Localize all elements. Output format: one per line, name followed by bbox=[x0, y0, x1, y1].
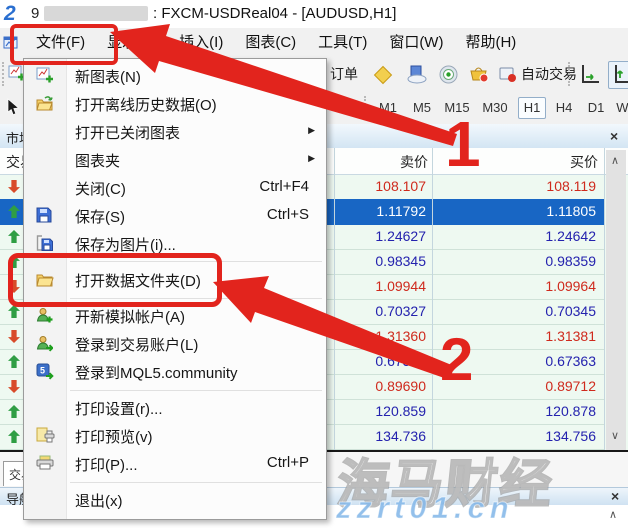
mt4-window: 2 9 : FXCM-USDReal04 - [AUDUSD,H1] 文件(F)… bbox=[0, 0, 628, 528]
annotation-arrow-2 bbox=[213, 276, 454, 380]
annotation-step-1: 1 bbox=[445, 112, 481, 176]
annotation-step-2: 2 bbox=[440, 330, 473, 390]
annotation-arrows bbox=[0, 0, 628, 528]
annotation-arrow-1 bbox=[110, 24, 457, 146]
